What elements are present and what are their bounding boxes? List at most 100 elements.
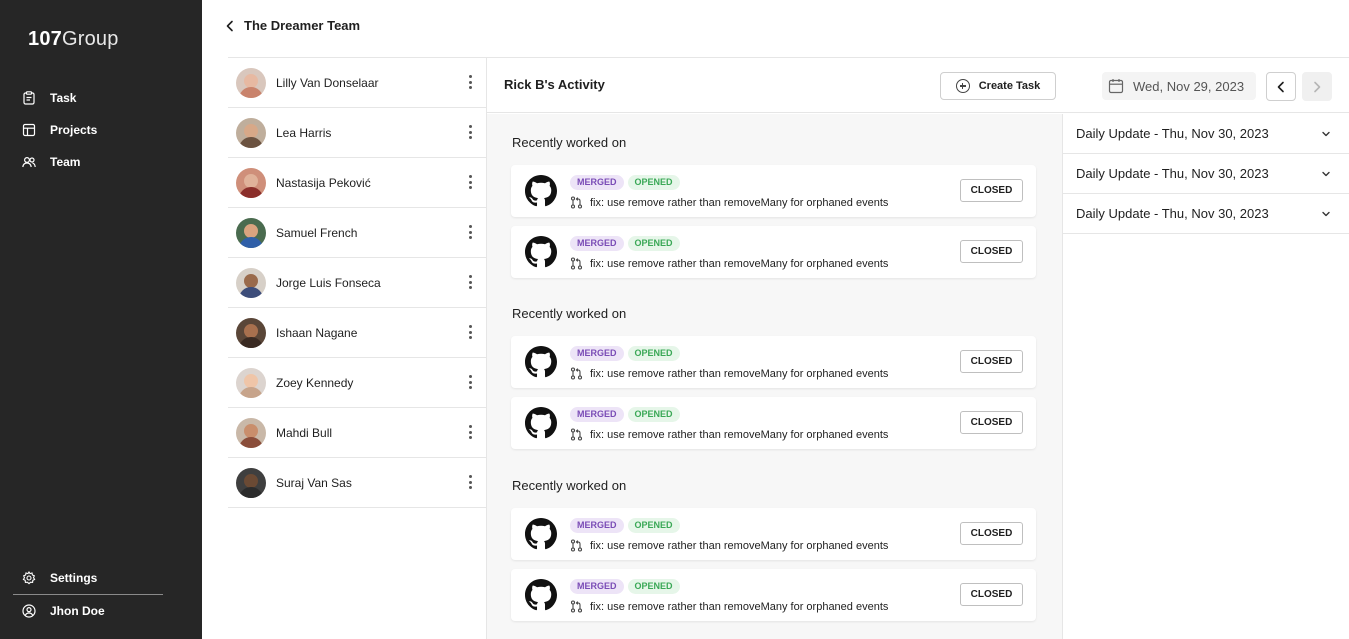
github-icon — [525, 175, 557, 207]
more-vertical-icon[interactable] — [469, 325, 473, 339]
table-icon — [22, 123, 36, 137]
member-row[interactable]: Mahdi Bull — [228, 408, 486, 458]
logo-light: Group — [61, 28, 119, 50]
activity-panel: Recently worked on MERGED OPENED fix: use r… — [487, 114, 1062, 639]
sidebar-settings-wrap: Settings — [22, 568, 163, 588]
more-vertical-icon[interactable] — [469, 475, 473, 489]
activity-card[interactable]: MERGED OPENED fix: use remove rather than … — [511, 569, 1036, 621]
member-row[interactable]: Nastasija Peković — [228, 158, 486, 208]
pull-request-line: fix: use remove rather than removeMany f… — [570, 257, 888, 270]
git-pull-request-icon — [570, 257, 583, 270]
closed-button[interactable]: CLOSED — [960, 350, 1023, 373]
merged-badge: MERGED — [570, 407, 624, 422]
daily-update-item[interactable]: Daily Update - Thu, Nov 30, 2023 — [1063, 114, 1349, 154]
opened-badge: OPENED — [627, 346, 680, 361]
chevron-left-icon — [1277, 81, 1284, 92]
more-vertical-icon[interactable] — [469, 375, 473, 389]
sidebar: 107Group Task Projects Team Settings Jho… — [0, 0, 202, 639]
pull-request-line: fix: use remove rather than removeMany f… — [570, 600, 888, 613]
merged-badge: MERGED — [570, 518, 624, 533]
merged-badge: MERGED — [570, 236, 624, 251]
more-vertical-icon[interactable] — [469, 175, 473, 189]
closed-button[interactable]: CLOSED — [960, 179, 1023, 202]
opened-badge: OPENED — [627, 579, 680, 594]
status-badges: MERGED OPENED — [570, 579, 684, 594]
avatar — [236, 117, 266, 148]
activity-card[interactable]: MERGED OPENED fix: use remove rather than … — [511, 508, 1036, 560]
page-title: The Dreamer Team — [244, 18, 361, 33]
activity-card[interactable]: MERGED OPENED fix: use remove rather than … — [511, 336, 1036, 388]
sidebar-item-projects[interactable]: Projects — [22, 120, 97, 140]
users-icon — [22, 155, 36, 169]
closed-button[interactable]: CLOSED — [960, 522, 1023, 545]
sidebar-item-task[interactable]: Task — [22, 88, 97, 108]
status-badges: MERGED OPENED — [570, 518, 684, 533]
merged-badge: MERGED — [570, 175, 624, 190]
plus-circle-icon — [955, 79, 970, 93]
member-name: Samuel French — [276, 225, 358, 240]
user-name: Jhon Doe — [50, 604, 105, 618]
closed-button[interactable]: CLOSED — [960, 411, 1023, 434]
pull-request-title: fix: use remove rather than removeMany f… — [590, 428, 889, 441]
git-pull-request-icon — [570, 367, 583, 380]
more-vertical-icon[interactable] — [469, 275, 473, 289]
closed-button[interactable]: CLOSED — [960, 583, 1023, 606]
git-pull-request-icon — [570, 428, 583, 441]
member-name: Zoey Kennedy — [276, 375, 354, 390]
create-task-button[interactable]: Create Task — [940, 72, 1056, 100]
gear-icon — [22, 571, 36, 585]
pull-request-line: fix: use remove rather than removeMany f… — [570, 196, 888, 209]
github-icon — [525, 236, 557, 268]
daily-update-label: Daily Update - Thu, Nov 30, 2023 — [1076, 166, 1269, 181]
logo[interactable]: 107Group — [28, 28, 119, 51]
pull-request-line: fix: use remove rather than removeMany f… — [570, 539, 888, 552]
member-row[interactable]: Zoey Kennedy — [228, 358, 486, 408]
activity-card[interactable]: MERGED OPENED fix: use remove rather than … — [511, 165, 1036, 217]
more-vertical-icon[interactable] — [469, 225, 473, 239]
github-icon — [525, 518, 557, 550]
activity-card[interactable]: MERGED OPENED fix: use remove rather than … — [511, 397, 1036, 449]
sidebar-user[interactable]: Jhon Doe — [22, 601, 105, 621]
member-row[interactable]: Suraj Van Sas — [228, 458, 486, 508]
member-name: Jorge Luis Fonseca — [276, 275, 381, 290]
member-row[interactable]: Lilly Van Donselaar — [228, 58, 486, 108]
more-vertical-icon[interactable] — [469, 125, 473, 139]
status-badges: MERGED OPENED — [570, 236, 684, 251]
closed-button[interactable]: CLOSED — [960, 240, 1023, 263]
logo-bold: 107 — [28, 28, 62, 50]
sidebar-item-team[interactable]: Team — [22, 152, 97, 172]
sidebar-nav: Task Projects Team — [22, 88, 97, 184]
member-row[interactable]: Jorge Luis Fonseca — [228, 258, 486, 308]
pull-request-title: fix: use remove rather than removeMany f… — [590, 600, 889, 613]
member-row[interactable]: Samuel French — [228, 208, 486, 258]
activity-card[interactable]: MERGED OPENED fix: use remove rather than … — [511, 226, 1036, 278]
sidebar-item-label: Settings — [50, 571, 98, 585]
avatar — [236, 267, 266, 298]
avatar — [236, 67, 266, 98]
github-icon — [525, 407, 557, 439]
sidebar-item-label: Task — [50, 91, 77, 105]
date-picker[interactable]: Wed, Nov 29, 2023 — [1102, 72, 1256, 100]
prev-day-button[interactable] — [1266, 72, 1296, 101]
daily-updates-list: Daily Update - Thu, Nov 30, 2023 Daily Up… — [1063, 114, 1349, 234]
opened-badge: OPENED — [627, 175, 680, 190]
avatar — [236, 467, 266, 498]
sidebar-item-settings[interactable]: Settings — [22, 568, 163, 588]
github-icon — [525, 346, 557, 378]
more-vertical-icon[interactable] — [469, 75, 473, 89]
avatar — [236, 317, 266, 348]
pull-request-title: fix: use remove rather than removeMany f… — [590, 257, 889, 270]
member-row[interactable]: Ishaan Nagane — [228, 308, 486, 358]
daily-update-label: Daily Update - Thu, Nov 30, 2023 — [1076, 126, 1269, 141]
avatar — [236, 217, 266, 248]
opened-badge: OPENED — [627, 407, 680, 422]
more-vertical-icon[interactable] — [469, 425, 473, 439]
next-day-button[interactable] — [1302, 72, 1332, 101]
back-header[interactable]: The Dreamer Team — [224, 18, 360, 33]
daily-update-item[interactable]: Daily Update - Thu, Nov 30, 2023 — [1063, 154, 1349, 194]
member-row[interactable]: Lea Harris — [228, 108, 486, 158]
date-value: Wed, Nov 29, 2023 — [1133, 78, 1245, 94]
chevron-down-icon — [1322, 211, 1330, 217]
avatar — [236, 417, 266, 448]
daily-update-item[interactable]: Daily Update - Thu, Nov 30, 2023 — [1063, 194, 1349, 234]
